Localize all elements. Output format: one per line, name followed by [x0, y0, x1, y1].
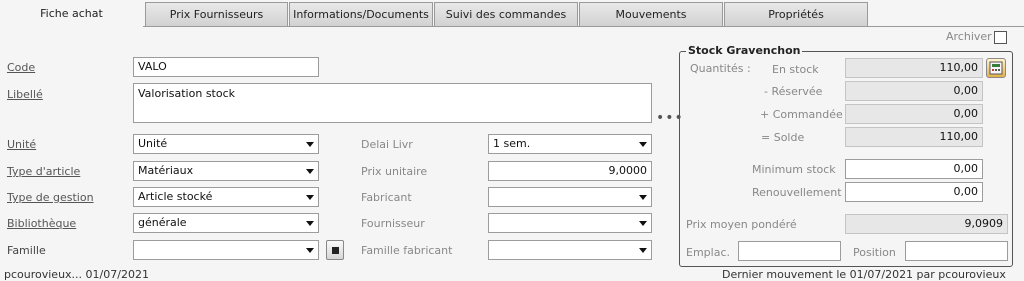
prix-moyen-value: 9,0909 [845, 214, 1008, 234]
delai-value: 1 sem. [493, 137, 531, 150]
archive-label: Archiver [946, 30, 992, 43]
en-stock-value: 110,00 [845, 58, 983, 78]
code-field[interactable]: VALO [133, 57, 319, 77]
solde-label: = Solde [761, 131, 805, 144]
bibliotheque-label: Bibliothèque [7, 217, 77, 230]
square-icon [332, 247, 339, 254]
stock-title: Stock Gravenchon [686, 44, 803, 57]
libelle-label: Libellé [7, 88, 43, 101]
footer-last-movement: Dernier mouvement le 01/07/2021 par pcou… [722, 268, 1006, 281]
prix-unitaire-label: Prix unitaire [361, 165, 428, 178]
type-gestion-value: Article stocké [138, 190, 213, 203]
calculator-button[interactable] [986, 58, 1006, 78]
tab-mouvements[interactable]: Mouvements [579, 2, 723, 26]
renouvellement-field[interactable]: 0,00 [845, 182, 983, 202]
unite-label: Unité [7, 138, 37, 151]
fournisseur-label: Fournisseur [361, 217, 425, 230]
type-article-value: Matériaux [138, 164, 194, 177]
archive-checkbox[interactable] [994, 31, 1007, 44]
tab-fiche-achat[interactable]: Fiche achat [0, 0, 143, 30]
type-article-select[interactable]: Matériaux [133, 161, 319, 181]
tab-bar: Fiche achat Prix Fournisseurs Informatio… [0, 0, 1024, 30]
renouvellement-label: Renouvellement [752, 186, 842, 199]
tab-prix-fournisseurs[interactable]: Prix Fournisseurs [145, 2, 288, 26]
tab-divider [143, 26, 1024, 27]
position-field[interactable] [905, 241, 1008, 261]
famille-browse-button[interactable] [326, 240, 344, 260]
fournisseur-select[interactable] [488, 213, 652, 233]
quantites-label: Quantités : [690, 62, 751, 75]
famille-select[interactable] [133, 240, 319, 260]
reservee-value: 0,00 [845, 81, 983, 101]
emplacement-field[interactable] [738, 241, 841, 261]
delai-select[interactable]: 1 sem. [488, 134, 652, 154]
footer-created: pcourovieux... 01/07/2021 [4, 268, 149, 281]
solde-value: 110,00 [845, 127, 983, 147]
calculator-icon [989, 61, 1003, 75]
en-stock-label: En stock [772, 63, 819, 76]
prix-unitaire-field[interactable]: 9,0000 [488, 161, 652, 181]
reservee-label: - Réservée [764, 85, 823, 98]
tab-informations-documents[interactable]: Informations/Documents [289, 2, 433, 26]
fabricant-select[interactable] [488, 187, 652, 207]
minimum-stock-field[interactable]: 0,00 [845, 159, 983, 179]
chevron-down-icon [639, 195, 647, 200]
code-label: Code [7, 61, 36, 74]
unite-select[interactable]: Unité [133, 134, 319, 154]
bibliotheque-select[interactable]: générale [133, 213, 319, 233]
bibliotheque-value: générale [138, 216, 187, 229]
minimum-stock-label: Minimum stock [752, 163, 836, 176]
emplacement-label: Emplac. [686, 246, 730, 259]
delai-label: Delai Livr [361, 138, 413, 151]
prix-moyen-label: Prix moyen pondéré [686, 218, 797, 231]
type-gestion-label: Type de gestion [7, 191, 94, 204]
unite-value: Unité [138, 137, 168, 150]
famille-fabricant-select[interactable] [488, 240, 652, 260]
tab-proprietes[interactable]: Propriétés [724, 2, 868, 26]
chevron-down-icon [306, 248, 314, 253]
commandee-value: 0,00 [845, 104, 983, 124]
type-article-label: Type d'article [7, 165, 81, 178]
commandee-label: + Commandée [760, 108, 843, 121]
chevron-down-icon [306, 142, 314, 147]
type-gestion-select[interactable]: Article stocké [133, 187, 319, 207]
chevron-down-icon [306, 169, 314, 174]
position-label: Position [853, 246, 896, 259]
libelle-field[interactable]: Valorisation stock [133, 83, 652, 123]
chevron-down-icon [306, 195, 314, 200]
famille-label: Famille [7, 244, 46, 257]
chevron-down-icon [639, 248, 647, 253]
fabricant-label: Fabricant [361, 191, 412, 204]
chevron-down-icon [639, 221, 647, 226]
chevron-down-icon [639, 142, 647, 147]
tab-suivi-commandes[interactable]: Suivi des commandes [434, 2, 578, 26]
chevron-down-icon [306, 221, 314, 226]
famille-fabricant-label: Famille fabricant [361, 244, 453, 257]
